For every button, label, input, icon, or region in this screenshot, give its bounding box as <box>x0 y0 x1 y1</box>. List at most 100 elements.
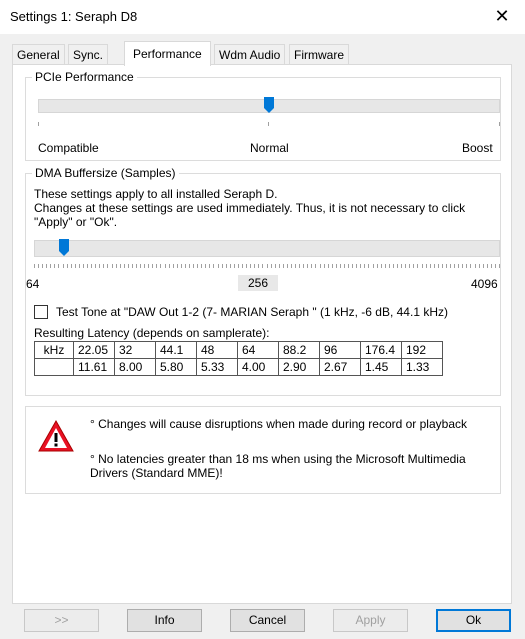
dma-info-line-1: These settings apply to all installed Se… <box>34 187 278 201</box>
latency-rate-cell: 48 <box>196 341 238 359</box>
tab-performance[interactable]: Performance <box>124 41 211 66</box>
dma-tick <box>376 264 378 268</box>
latency-rate-cell: 22.05 <box>73 341 115 359</box>
dma-tick <box>494 264 496 268</box>
dma-tick <box>299 264 301 268</box>
test-tone-label[interactable]: Test Tone at "DAW Out 1-2 (7- MARIAN Ser… <box>56 305 448 319</box>
dma-tick <box>344 264 345 268</box>
tab-firmware[interactable]: Firmware <box>289 44 349 65</box>
latency-value-cell: 11.61 <box>73 358 115 376</box>
dma-slider-thumb[interactable] <box>59 239 70 257</box>
dma-slider-track[interactable] <box>34 240 500 257</box>
tab-sync[interactable]: Sync. <box>68 44 109 65</box>
dma-tick <box>205 264 207 268</box>
dma-tick <box>250 264 252 268</box>
dma-tick <box>450 264 452 268</box>
dma-tick <box>189 264 190 268</box>
dma-tick <box>164 264 166 268</box>
dma-tick <box>50 264 52 268</box>
dma-current-value: 256 <box>238 275 279 291</box>
latency-rate-cell: 88.2 <box>278 341 320 359</box>
dma-tick <box>82 264 84 268</box>
dma-tick <box>458 264 460 268</box>
dma-tick <box>242 264 244 268</box>
dma-tick <box>213 264 215 268</box>
pcie-performance-legend: PCIe Performance <box>32 70 137 84</box>
dma-tick <box>176 264 178 268</box>
more-button[interactable]: >> <box>24 609 99 632</box>
dma-tick <box>38 264 40 268</box>
dma-tick <box>356 264 358 268</box>
tab-general[interactable]: General <box>12 44 65 65</box>
apply-button[interactable]: Apply <box>333 609 408 632</box>
dma-tick <box>368 264 370 268</box>
latency-unit-cell: kHz <box>34 341 74 359</box>
latency-table: kHz 22.05 32 44.1 48 64 88.2 96 176.4 19… <box>34 341 443 376</box>
dma-tick <box>156 264 158 268</box>
warning-box: ° Changes will cause disruptions when ma… <box>25 406 501 494</box>
dma-tick <box>445 264 447 268</box>
dma-tick <box>119 264 121 268</box>
dma-tick <box>54 264 56 268</box>
dma-tick <box>323 264 325 268</box>
pcie-slider-thumb[interactable] <box>264 97 274 114</box>
latency-rate-cell: 64 <box>237 341 279 359</box>
dma-tick <box>466 264 468 268</box>
dma-tick <box>180 264 182 268</box>
warning-line-1: ° Changes will cause disruptions when ma… <box>90 417 467 431</box>
pcie-label-compatible: Compatible <box>38 141 99 155</box>
dma-tick <box>274 264 276 268</box>
latency-value-cell: 1.45 <box>360 358 402 376</box>
test-tone-checkbox[interactable] <box>34 305 48 319</box>
dma-tick <box>74 264 76 268</box>
dma-buffersize-group: DMA Buffersize (Samples) These settings … <box>25 166 501 396</box>
dma-tick <box>478 264 480 268</box>
pcie-slider-ticks <box>38 122 500 126</box>
dma-tick <box>315 264 317 268</box>
tab-wdm-audio[interactable]: Wdm Audio <box>214 44 286 65</box>
latency-rate-cell: 32 <box>114 341 156 359</box>
dma-tick <box>429 264 431 268</box>
dma-tick <box>397 264 399 268</box>
dma-buffersize-legend: DMA Buffersize (Samples) <box>32 166 179 180</box>
dma-tick <box>217 264 219 268</box>
dma-tick <box>172 264 174 268</box>
title-bar: Settings 1: Seraph D8 ✕ <box>0 0 525 34</box>
dma-tick <box>421 264 423 268</box>
dma-info-line-3: "Apply" or "Ok". <box>34 215 118 229</box>
dma-tick <box>87 264 89 268</box>
cancel-button[interactable]: Cancel <box>230 609 305 632</box>
dma-tick <box>127 264 129 268</box>
dma-tick <box>405 264 407 268</box>
latency-rate-cell: 96 <box>319 341 361 359</box>
dma-tick <box>372 264 374 268</box>
dma-tick <box>193 264 195 268</box>
dma-tick <box>364 264 366 268</box>
window-title: Settings 1: Seraph D8 <box>10 9 138 24</box>
dma-info-line-2: Changes at these settings are used immed… <box>34 201 466 215</box>
latency-value-cell: 4.00 <box>237 358 279 376</box>
ok-button[interactable]: Ok <box>436 609 511 632</box>
dma-tick <box>482 264 484 268</box>
dma-tick <box>246 264 248 268</box>
dma-tick <box>111 264 113 268</box>
close-button[interactable]: ✕ <box>479 0 525 34</box>
dma-tick <box>331 264 333 268</box>
dma-tick <box>339 264 341 268</box>
dma-tick <box>131 264 133 268</box>
dma-tick <box>303 264 305 268</box>
dma-tick <box>262 264 264 268</box>
dma-tick <box>348 264 350 268</box>
pcie-label-normal: Normal <box>250 141 289 155</box>
dma-tick <box>160 264 162 268</box>
dma-tick <box>95 264 97 268</box>
dma-tick <box>237 264 239 268</box>
dma-tick <box>270 264 272 268</box>
dma-tick <box>486 264 488 268</box>
dma-tick <box>115 264 117 268</box>
dma-tick <box>352 264 354 268</box>
pcie-performance-group: PCIe Performance Compatible Normal Boost <box>25 70 501 161</box>
info-button[interactable]: Info <box>127 609 202 632</box>
dma-tick <box>201 264 203 268</box>
dma-tick <box>470 264 472 268</box>
